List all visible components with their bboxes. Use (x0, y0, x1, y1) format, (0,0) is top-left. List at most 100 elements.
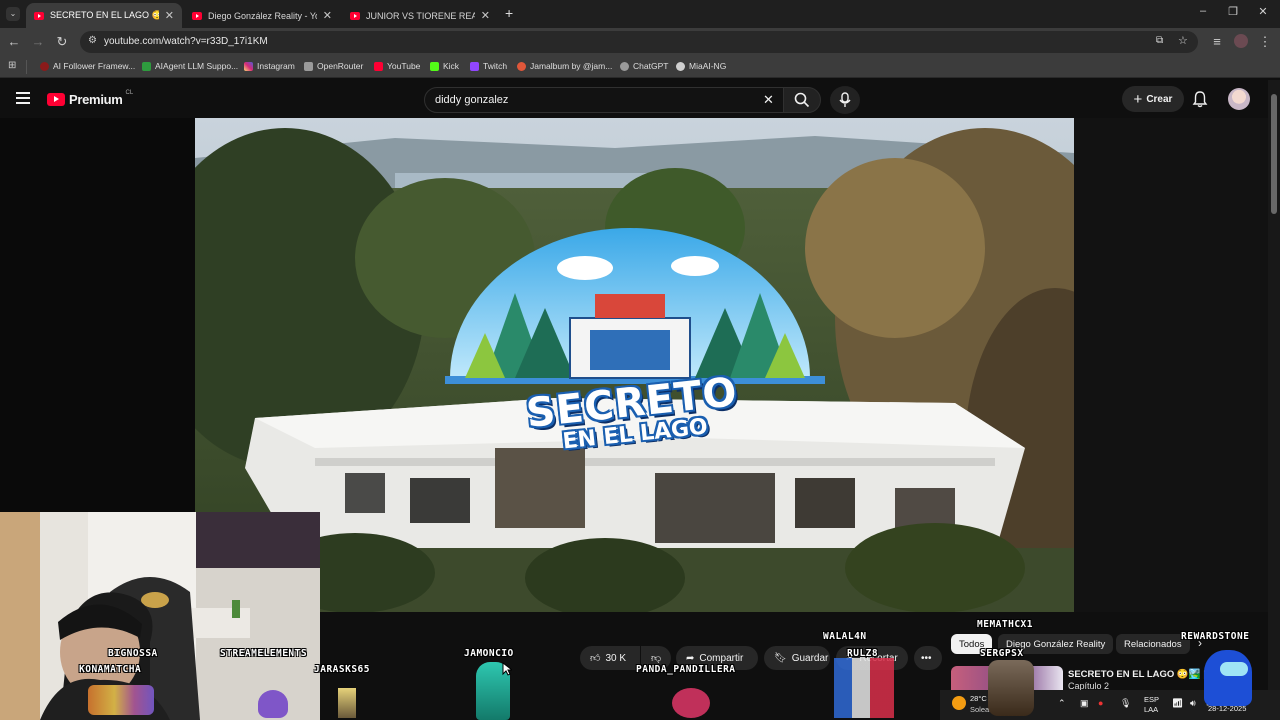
mouse-cursor-icon (502, 661, 514, 681)
overlay-character-sprite (88, 685, 154, 715)
bookmark-favicon-icon (142, 61, 151, 71)
bookmark-item[interactable]: AIAgent LLM Suppo... (142, 61, 238, 71)
overlay-character-sprite (834, 658, 894, 718)
tab-label: JUNIOR VS TIORENE REALITY D (366, 10, 475, 21)
thumbs-up-icon: 👍︎ (590, 653, 601, 664)
overlay-username: STREAMELEMENTS (220, 648, 308, 659)
bookmark-label: AIAgent LLM Suppo... (155, 61, 239, 71)
voice-search-button[interactable] (830, 86, 860, 114)
tray-app-icon[interactable]: ▣ (1080, 698, 1089, 709)
tray-chevron-icon[interactable]: ⌃ (1058, 698, 1066, 709)
microphone-tray-icon[interactable]: 🎙︎ (1120, 698, 1131, 709)
tab-close-icon[interactable]: ✕ (323, 9, 332, 22)
bookmark-item[interactable]: Jamalbum by @jam... (517, 61, 612, 71)
address-bar[interactable]: ⚙ youtube.com/watch?v=r33D_17i1KM ⧉ ☆ (80, 31, 1198, 53)
tab-search-icon[interactable]: ⌄ (6, 7, 20, 21)
new-tab-button[interactable]: + (505, 5, 513, 21)
like-count: 30 K (605, 652, 627, 664)
tab[interactable]: JUNIOR VS TIORENE REALITY D ✕ (342, 3, 498, 28)
bookmark-item[interactable]: AI Follower Framew... (40, 61, 135, 71)
bookmark-label: ChatGPT (633, 61, 669, 71)
overlay-username: JARASKS65 (314, 664, 370, 675)
overlay-character-sprite (988, 660, 1034, 716)
overlay-username: JAMONCIO (464, 648, 514, 659)
overlay-character-sprite (672, 688, 710, 718)
youtube-favicon-icon (350, 11, 360, 20)
bookmark-item[interactable]: OpenRouter (304, 61, 363, 71)
bookmark-item[interactable]: Twitch (470, 61, 507, 71)
tab-close-icon[interactable]: ✕ (481, 9, 490, 22)
clear-search-icon[interactable]: ✕ (763, 92, 774, 108)
tab-active[interactable]: SECRETO EN EL LAGO 😳🏞️ | C ✕ (26, 3, 182, 28)
weather-icon[interactable] (952, 696, 966, 710)
kick-icon (430, 61, 439, 71)
youtube-logo[interactable]: Premium CL (47, 89, 134, 107)
tab-label: SECRETO EN EL LAGO 😳🏞️ | C (50, 10, 159, 20)
youtube-favicon-icon (34, 11, 44, 20)
create-button[interactable]: + Crear (1122, 86, 1184, 112)
restore-icon[interactable]: ❐ (1218, 5, 1248, 18)
more-actions-button[interactable]: ••• (914, 646, 942, 670)
bookmark-item[interactable]: YouTube (374, 61, 420, 71)
streamer-webcam (0, 512, 320, 720)
bookmark-label: Jamalbum by @jam... (530, 61, 613, 71)
more-horizontal-icon: ••• (921, 652, 932, 664)
youtube-header: Premium CL diddy gonzalez ✕ + Crear (0, 80, 1280, 118)
chip-related[interactable]: Relacionados (1116, 634, 1190, 654)
video-player[interactable]: SECRETO EN EL LAGO (195, 118, 1074, 612)
bookmark-item[interactable]: Instagram (244, 61, 295, 71)
volume-icon[interactable]: 🔊︎ (1190, 698, 1196, 709)
overlay-username: WALAL4N (823, 631, 867, 642)
github-icon (676, 61, 685, 71)
back-icon[interactable]: ← (5, 34, 23, 50)
overlay-character-sprite (258, 690, 288, 718)
webcam-scene (0, 512, 320, 720)
overlay-username: SERGPSX (980, 648, 1024, 659)
save-button[interactable]: 🔖︎ Guardar (764, 646, 830, 670)
page-scrollbar[interactable] (1268, 80, 1280, 690)
forward-icon[interactable]: → (29, 34, 47, 50)
chatgpt-icon (620, 61, 629, 71)
apps-grid-icon[interactable]: ⊞ (8, 60, 16, 71)
bookmark-item[interactable]: Kick (430, 61, 459, 71)
youtube-icon (374, 61, 383, 71)
bookmark-label: OpenRouter (317, 61, 364, 71)
like-button[interactable]: 👍︎ 30 K (580, 646, 640, 670)
hamburger-menu-icon[interactable] (16, 92, 30, 104)
tab[interactable]: Diego González Reality - YouTu ✕ (184, 3, 340, 28)
menu-kebab-icon[interactable]: ⋮ (1256, 34, 1274, 50)
profile-icon[interactable] (1234, 34, 1248, 48)
reload-icon[interactable]: ↻ (53, 34, 71, 50)
twitch-icon (470, 61, 479, 71)
close-window-icon[interactable]: ✕ (1248, 5, 1278, 18)
plus-icon: + (1133, 90, 1143, 108)
divider (26, 60, 27, 74)
tray-app-icon[interactable]: ● (1098, 698, 1103, 708)
search-button[interactable] (783, 87, 821, 113)
video-thumbnail-scene (195, 118, 1074, 612)
media-icon[interactable]: ≡ (1208, 34, 1226, 50)
bookmark-item[interactable]: MiaAI-NG (676, 61, 726, 71)
install-icon[interactable]: ⧉ (1156, 35, 1163, 46)
search-icon (794, 92, 810, 108)
player-margin-right (1074, 118, 1268, 612)
overlay-character-sprite (338, 688, 356, 718)
search-input[interactable]: diddy gonzalez ✕ (424, 87, 784, 113)
bookmarks-bar: ⊞ AI Follower Framew... AIAgent LLM Supp… (0, 56, 1280, 78)
site-info-icon[interactable]: ⚙ (88, 35, 97, 46)
bookmark-item[interactable]: ChatGPT (620, 61, 668, 71)
account-avatar[interactable] (1228, 88, 1250, 110)
bookmark-label: MiaAI-NG (689, 61, 727, 71)
bookmark-label: AI Follower Framew... (53, 61, 136, 71)
notifications-bell-icon[interactable] (1192, 90, 1208, 113)
region-code: CL (125, 89, 134, 96)
wifi-icon[interactable]: 📶︎ (1172, 698, 1183, 709)
bookmark-star-icon[interactable]: ☆ (1178, 34, 1188, 47)
layout-code: LAA (1144, 705, 1159, 714)
tab-close-icon[interactable]: ✕ (165, 9, 174, 22)
minimize-icon[interactable]: – (1188, 5, 1218, 17)
tab-label: Diego González Reality - YouTu (208, 10, 317, 21)
language-code[interactable]: ESP (1144, 695, 1159, 704)
openrouter-icon (304, 61, 313, 71)
bookmark-favicon-icon (40, 61, 49, 71)
